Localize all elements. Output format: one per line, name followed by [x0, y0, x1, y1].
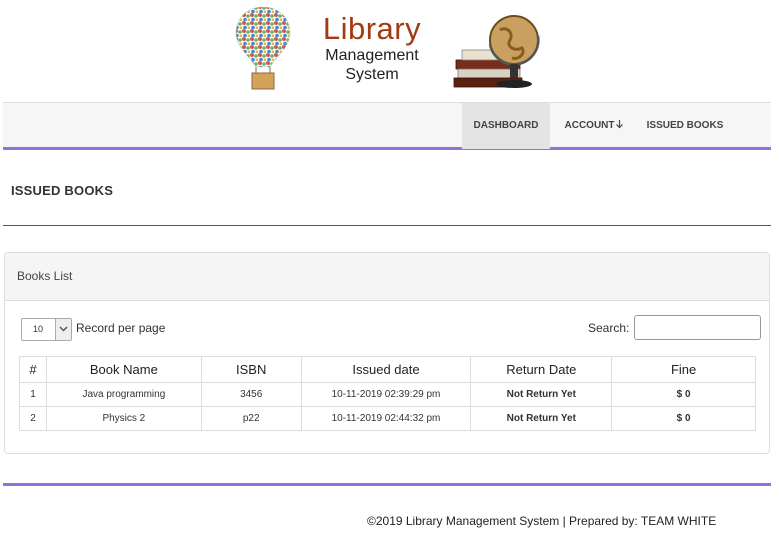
column-header-book-name[interactable]: Book Name	[45, 356, 202, 383]
return-status: Not Return Yet	[470, 406, 613, 431]
books-list-panel: Books List 10 Record per page Search: # …	[4, 252, 770, 454]
nav-account-label: ACCOUNT	[564, 120, 615, 131]
records-per-page-value: 10	[33, 324, 44, 334]
isbn: 3456	[200, 382, 302, 407]
logo-subtitle-line2: System	[345, 66, 399, 83]
table-row: 2 Physics 2 p22 10-11-2019 02:44:32 pm N…	[19, 406, 756, 431]
nav-account[interactable]: ACCOUNT	[556, 103, 632, 149]
column-header-fine[interactable]: Fine	[611, 356, 756, 383]
row-number: 2	[19, 406, 47, 431]
records-per-page-select[interactable]: 10	[21, 318, 72, 341]
return-status: Not Return Yet	[470, 382, 613, 407]
page-title: ISSUED BOOKS	[11, 183, 114, 198]
navbar: DASHBOARD ACCOUNT ISSUED BOOKS	[3, 102, 771, 150]
divider	[3, 225, 771, 226]
panel-heading: Books List	[5, 253, 769, 301]
column-header-issued-date[interactable]: Issued date	[300, 356, 472, 383]
nav-issued-books[interactable]: ISSUED BOOKS	[639, 103, 731, 149]
records-per-page-label: Record per page	[76, 321, 166, 335]
search-label: Search:	[588, 321, 630, 335]
book-name: Physics 2	[45, 406, 202, 431]
logo-subtitle-line1: Management	[325, 47, 419, 64]
nav-dashboard[interactable]: DASHBOARD	[462, 103, 550, 149]
logo-text: Library Management System	[312, 12, 432, 84]
logo-title: Library	[322, 11, 422, 46]
isbn: p22	[200, 406, 302, 431]
books-globe-icon	[453, 15, 540, 88]
issued-date: 10-11-2019 02:44:32 pm	[300, 406, 472, 431]
column-header-number[interactable]: #	[19, 356, 47, 383]
row-number: 1	[19, 382, 47, 407]
search-input[interactable]	[634, 315, 761, 340]
hot-air-balloon-icon	[235, 6, 291, 90]
column-header-return-date[interactable]: Return Date	[470, 356, 613, 383]
footer-text: ©2019 Library Management System | Prepar…	[367, 514, 717, 528]
table-header-row: # Book Name ISBN Issued date Return Date…	[19, 356, 756, 383]
issued-books-table: # Book Name ISBN Issued date Return Date…	[19, 356, 756, 431]
column-header-isbn[interactable]: ISBN	[200, 356, 302, 383]
chevron-down-icon	[55, 319, 71, 340]
footer-divider	[3, 483, 771, 486]
fine-amount: $ 0	[611, 382, 756, 407]
book-name: Java programming	[45, 382, 202, 407]
table-row: 1 Java programming 3456 10-11-2019 02:39…	[19, 382, 756, 407]
fine-amount: $ 0	[611, 406, 756, 431]
arrow-down-icon	[615, 120, 623, 129]
header: Library Management System	[0, 0, 779, 102]
issued-date: 10-11-2019 02:39:29 pm	[300, 382, 472, 407]
